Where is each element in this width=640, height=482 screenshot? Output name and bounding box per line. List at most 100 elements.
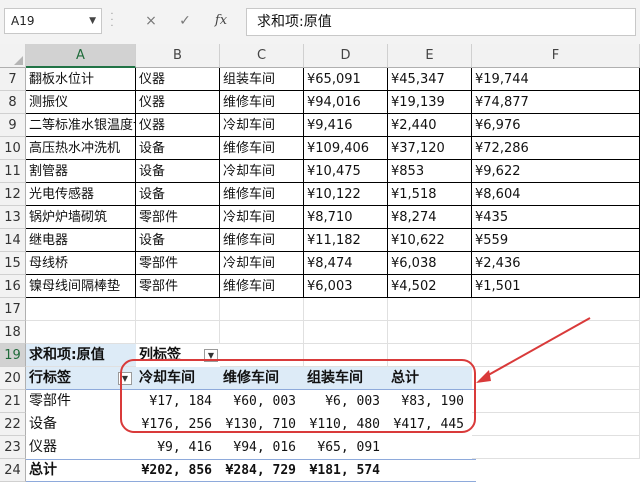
row-header[interactable]: 19 xyxy=(0,344,26,367)
table-cell[interactable]: 翻板水位计 xyxy=(26,68,136,91)
table-cell[interactable]: 设备 xyxy=(136,137,220,160)
table-cell[interactable]: ¥6,976 xyxy=(472,114,640,137)
row-header[interactable]: 11 xyxy=(0,160,26,183)
empty-cell[interactable] xyxy=(388,298,472,321)
select-all-corner[interactable] xyxy=(0,44,26,68)
empty-cell[interactable] xyxy=(136,321,220,344)
row-header[interactable]: 18 xyxy=(0,321,26,344)
empty-cell[interactable] xyxy=(472,344,640,367)
table-cell[interactable]: ¥37,120 xyxy=(388,137,472,160)
pivot-total-value[interactable]: ¥181, 574 xyxy=(304,459,388,482)
row-header[interactable]: 23 xyxy=(0,436,26,459)
table-cell[interactable]: ¥559 xyxy=(472,229,640,252)
row-header[interactable]: 8 xyxy=(0,91,26,114)
table-cell[interactable]: 母线桥 xyxy=(26,252,136,275)
pivot-value[interactable] xyxy=(388,436,472,459)
table-cell[interactable]: 设备 xyxy=(136,160,220,183)
chevron-down-icon[interactable]: ▼ xyxy=(89,9,96,33)
name-box[interactable]: A19 ▼ xyxy=(4,8,102,34)
pivot-value[interactable]: ¥65, 091 xyxy=(304,436,388,459)
pivot-total-value[interactable]: ¥284, 729 xyxy=(220,459,304,482)
table-cell[interactable]: 继电器 xyxy=(26,229,136,252)
column-header-d[interactable]: D xyxy=(304,44,388,68)
table-cell[interactable]: 冷却车间 xyxy=(220,160,304,183)
table-cell[interactable]: ¥8,710 xyxy=(304,206,388,229)
row-header[interactable]: 15 xyxy=(0,252,26,275)
row-header[interactable]: 10 xyxy=(0,137,26,160)
table-cell[interactable]: ¥19,139 xyxy=(388,91,472,114)
table-cell[interactable]: ¥109,406 xyxy=(304,137,388,160)
empty-cell[interactable] xyxy=(26,321,136,344)
empty-cell[interactable] xyxy=(304,321,388,344)
cancel-icon[interactable]: × xyxy=(140,10,162,32)
table-cell[interactable]: ¥1,501 xyxy=(472,275,640,298)
table-cell[interactable]: ¥6,003 xyxy=(304,275,388,298)
table-cell[interactable]: 维修车间 xyxy=(220,137,304,160)
table-cell[interactable]: 镍母线间隔棒垫 xyxy=(26,275,136,298)
column-header-b[interactable]: B xyxy=(136,44,220,68)
table-cell[interactable]: ¥853 xyxy=(388,160,472,183)
pivot-value-field[interactable]: 求和项:原值 xyxy=(26,344,136,367)
pivot-value[interactable]: ¥9, 416 xyxy=(136,436,220,459)
table-cell[interactable]: 冷却车间 xyxy=(220,114,304,137)
row-header[interactable]: 17 xyxy=(0,298,26,321)
row-header[interactable]: 24 xyxy=(0,459,26,482)
table-cell[interactable]: 冷却车间 xyxy=(220,252,304,275)
column-header-e[interactable]: E xyxy=(388,44,472,68)
table-cell[interactable]: ¥94,016 xyxy=(304,91,388,114)
table-cell[interactable]: ¥10,475 xyxy=(304,160,388,183)
column-header-f[interactable]: F xyxy=(472,44,640,68)
table-cell[interactable]: ¥10,622 xyxy=(388,229,472,252)
table-cell[interactable]: 仪器 xyxy=(136,91,220,114)
row-header[interactable]: 9 xyxy=(0,114,26,137)
table-cell[interactable]: ¥9,416 xyxy=(304,114,388,137)
table-cell[interactable]: 维修车间 xyxy=(220,183,304,206)
table-cell[interactable]: ¥65,091 xyxy=(304,68,388,91)
table-cell[interactable]: 高压热水冲洗机 xyxy=(26,137,136,160)
table-cell[interactable]: ¥6,038 xyxy=(388,252,472,275)
row-header[interactable]: 21 xyxy=(0,390,26,413)
table-cell[interactable]: 测振仪 xyxy=(26,91,136,114)
insert-function-icon[interactable]: fx xyxy=(210,10,232,32)
table-cell[interactable]: ¥1,518 xyxy=(388,183,472,206)
row-header[interactable]: 16 xyxy=(0,275,26,298)
table-cell[interactable]: ¥9,622 xyxy=(472,160,640,183)
table-cell[interactable]: ¥4,502 xyxy=(388,275,472,298)
table-cell[interactable]: ¥2,440 xyxy=(388,114,472,137)
table-cell[interactable]: ¥435 xyxy=(472,206,640,229)
pivot-total-label[interactable]: 总计 xyxy=(26,459,136,482)
formula-input[interactable]: 求和项:原值 xyxy=(246,8,636,36)
pivot-total-value[interactable]: ¥202, 856 xyxy=(136,459,220,482)
empty-cell[interactable] xyxy=(388,321,472,344)
column-header-c[interactable]: C xyxy=(220,44,304,68)
row-header[interactable]: 13 xyxy=(0,206,26,229)
table-cell[interactable]: 设备 xyxy=(136,229,220,252)
table-cell[interactable]: 割管器 xyxy=(26,160,136,183)
drag-handle-icon[interactable]: · · · xyxy=(110,10,114,32)
empty-cell[interactable] xyxy=(136,298,220,321)
table-cell[interactable]: ¥2,436 xyxy=(472,252,640,275)
row-header[interactable]: 7 xyxy=(0,68,26,91)
table-cell[interactable]: ¥45,347 xyxy=(388,68,472,91)
table-cell[interactable]: ¥74,877 xyxy=(472,91,640,114)
check-icon[interactable]: ✓ xyxy=(174,10,196,32)
table-cell[interactable]: 锅炉炉墙砌筑 xyxy=(26,206,136,229)
table-cell[interactable]: 零部件 xyxy=(136,206,220,229)
table-cell[interactable]: ¥8,274 xyxy=(388,206,472,229)
row-header[interactable]: 20 xyxy=(0,367,26,390)
row-header[interactable]: 12 xyxy=(0,183,26,206)
table-cell[interactable]: 光电传感器 xyxy=(26,183,136,206)
table-cell[interactable]: 零部件 xyxy=(136,252,220,275)
pivot-value[interactable]: ¥94, 016 xyxy=(220,436,304,459)
row-header[interactable]: 22 xyxy=(0,413,26,436)
column-header-a[interactable]: A xyxy=(26,44,136,68)
table-cell[interactable]: 二等标准水银温度计 xyxy=(26,114,136,137)
empty-cell[interactable] xyxy=(472,367,640,390)
empty-cell[interactable] xyxy=(472,436,640,459)
pivot-total-value[interactable] xyxy=(388,459,472,482)
table-cell[interactable]: ¥8,474 xyxy=(304,252,388,275)
table-cell[interactable]: ¥10,122 xyxy=(304,183,388,206)
table-cell[interactable]: ¥8,604 xyxy=(472,183,640,206)
row-header[interactable]: 14 xyxy=(0,229,26,252)
table-cell[interactable]: 维修车间 xyxy=(220,229,304,252)
